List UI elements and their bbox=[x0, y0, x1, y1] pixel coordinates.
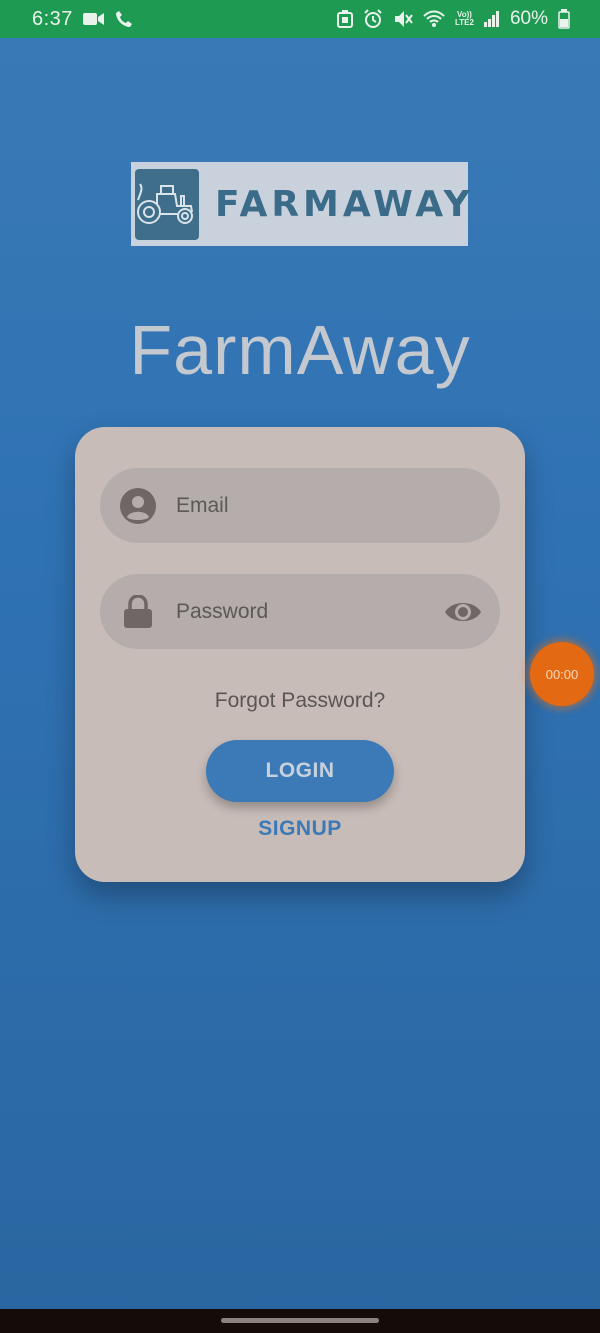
signup-link[interactable]: SIGNUP bbox=[75, 817, 525, 841]
status-bar: 6:37 Vo)) LTE2 60% bbox=[0, 0, 600, 38]
phone-icon bbox=[115, 10, 133, 28]
login-card: Email Password Forgot Password? LOGIN SI… bbox=[75, 427, 525, 882]
recording-timer-bubble[interactable]: 00:00 bbox=[530, 642, 594, 706]
nfc-icon bbox=[337, 10, 353, 28]
timer-text: 00:00 bbox=[545, 666, 579, 682]
password-field[interactable]: Password bbox=[100, 574, 500, 649]
email-placeholder: Email bbox=[176, 493, 229, 517]
password-placeholder: Password bbox=[176, 599, 269, 623]
lock-icon bbox=[120, 594, 156, 630]
battery-icon bbox=[558, 9, 570, 29]
alarm-icon bbox=[363, 9, 383, 29]
video-call-icon bbox=[82, 11, 105, 27]
eye-icon[interactable] bbox=[444, 594, 482, 630]
status-time: 6:37 bbox=[32, 7, 73, 30]
tractor-icon bbox=[135, 168, 199, 240]
network-lte-label: LTE2 bbox=[455, 18, 474, 27]
battery-percentage: 60% bbox=[509, 8, 548, 29]
wifi-icon bbox=[423, 10, 445, 28]
home-indicator[interactable] bbox=[221, 1318, 379, 1323]
signal-icon bbox=[483, 11, 500, 27]
account-circle-icon bbox=[120, 487, 156, 524]
farmaway-logo: FARMAWAY bbox=[131, 162, 470, 246]
login-button[interactable]: LOGIN bbox=[206, 740, 394, 802]
logo-text: FARMAWAY bbox=[215, 183, 474, 225]
forgot-password-link[interactable]: Forgot Password? bbox=[75, 689, 525, 713]
app-title: FarmAway bbox=[129, 311, 471, 389]
mute-icon bbox=[393, 10, 413, 28]
network-type-label: Vo)) LTE2 bbox=[455, 11, 474, 27]
email-field[interactable]: Email bbox=[100, 468, 500, 543]
